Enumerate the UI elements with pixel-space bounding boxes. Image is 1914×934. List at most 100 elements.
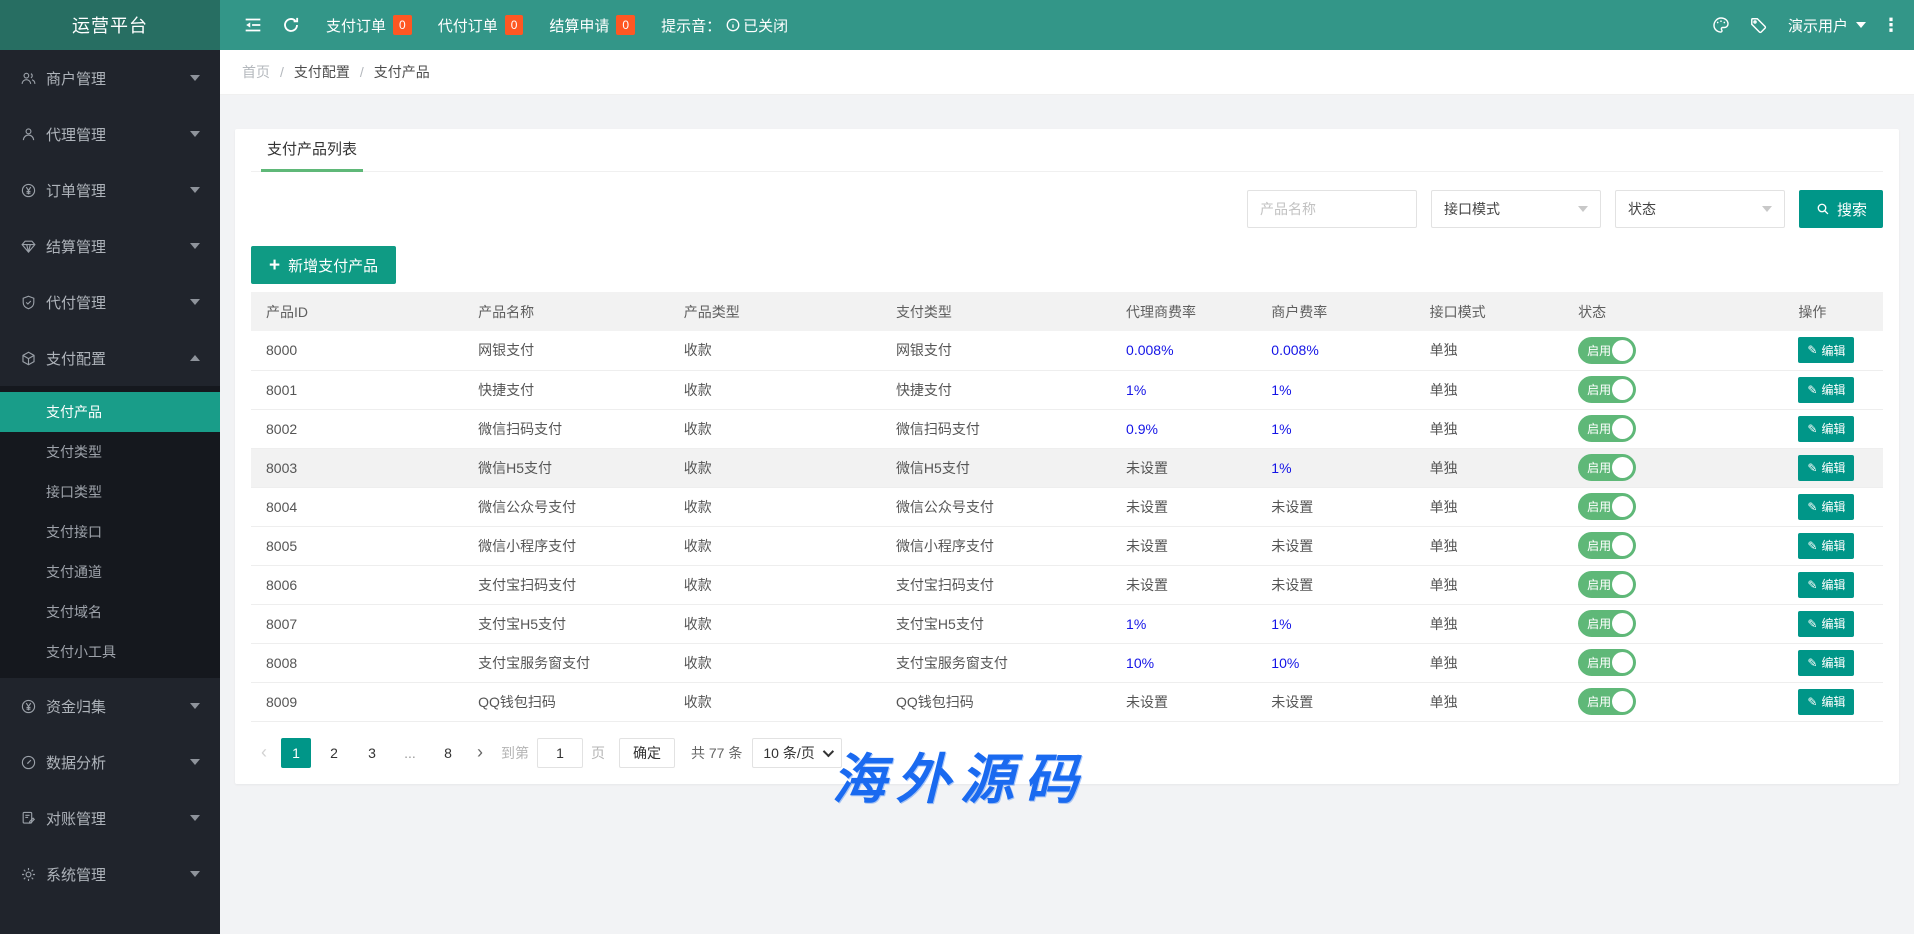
edit-button[interactable]: ✎ 编辑 — [1798, 377, 1854, 403]
sound-toggle[interactable]: 提示音： 已关闭 — [661, 15, 788, 36]
sidebar-subitem-payment-interface[interactable]: 支付接口 — [0, 512, 220, 552]
cell-agent-rate[interactable]: 10% — [1126, 655, 1154, 671]
edit-button[interactable]: ✎ 编辑 — [1798, 494, 1854, 520]
page-number-button[interactable]: 8 — [433, 738, 463, 768]
sound-label: 提示音： — [661, 15, 721, 36]
cell-pay-type: QQ钱包扫码 — [896, 694, 974, 710]
sidebar-subitem-interface-type[interactable]: 接口类型 — [0, 472, 220, 512]
sidebar-subitem-payment-channel[interactable]: 支付通道 — [0, 552, 220, 592]
cell-agent-rate[interactable]: 0.9% — [1126, 421, 1158, 437]
breadcrumb-payment-product[interactable]: 支付产品 — [374, 62, 430, 82]
goto-page-input[interactable] — [537, 738, 583, 768]
edit-button[interactable]: ✎ 编辑 — [1798, 416, 1854, 442]
edit-label: 编辑 — [1821, 459, 1845, 476]
sidebar-subitem-payment-product[interactable]: 支付产品 — [0, 392, 220, 432]
sidebar-item-merchant[interactable]: 商户管理 — [0, 50, 220, 106]
chevron-down-icon — [190, 871, 200, 877]
page-number-button[interactable]: 2 — [319, 738, 349, 768]
status-select[interactable]: 状态 — [1615, 190, 1785, 228]
status-toggle[interactable]: 启用 — [1578, 376, 1636, 403]
sidebar-subitem-payment-tools[interactable]: 支付小工具 — [0, 632, 220, 672]
subitem-label: 支付域名 — [46, 602, 102, 622]
user-menu[interactable]: 演示用户 — [1778, 15, 1876, 36]
edit-button[interactable]: ✎ 编辑 — [1798, 611, 1854, 637]
cube-icon — [20, 350, 37, 367]
edit-button[interactable]: ✎ 编辑 — [1798, 455, 1854, 481]
sidebar-item-system[interactable]: 系统管理 — [0, 846, 220, 902]
cell-agent-rate: 未设置 — [1126, 694, 1168, 710]
tab-payment-product-list[interactable]: 支付产品列表 — [261, 129, 363, 171]
cell-merchant-rate[interactable]: 1% — [1271, 421, 1291, 437]
prev-page-button[interactable]: ‹ — [251, 738, 277, 768]
chevron-down-icon — [190, 815, 200, 821]
page-number-button[interactable]: 3 — [357, 738, 387, 768]
breadcrumb-home[interactable]: 首页 — [242, 62, 270, 82]
add-payment-product-button[interactable]: + 新增支付产品 — [251, 246, 396, 284]
edit-button[interactable]: ✎ 编辑 — [1798, 337, 1854, 363]
cell-merchant-rate[interactable]: 1% — [1271, 616, 1291, 632]
cell-merchant-rate[interactable]: 0.008% — [1271, 342, 1318, 358]
status-toggle[interactable]: 启用 — [1578, 493, 1636, 520]
cell-merchant-rate[interactable]: 1% — [1271, 460, 1291, 476]
next-page-button[interactable]: › — [467, 738, 493, 768]
cell-product-id: 8008 — [266, 655, 297, 671]
edit-button[interactable]: ✎ 编辑 — [1798, 533, 1854, 559]
sidebar-subitem-payment-domain[interactable]: 支付域名 — [0, 592, 220, 632]
sidebar-item-data-analysis[interactable]: 数据分析 — [0, 734, 220, 790]
sidebar-item-fund-collection[interactable]: 资金归集 — [0, 678, 220, 734]
sound-status: 已关闭 — [743, 15, 788, 36]
subitem-label: 支付接口 — [46, 522, 102, 542]
edit-button[interactable]: ✎ 编辑 — [1798, 572, 1854, 598]
goto-confirm-button[interactable]: 确定 — [619, 738, 675, 768]
cell-interface-mode: 单独 — [1430, 499, 1458, 515]
cell-interface-mode: 单独 — [1430, 342, 1458, 358]
status-toggle[interactable]: 启用 — [1578, 649, 1636, 676]
per-page-select[interactable]: 10 条/页 — [752, 738, 841, 768]
status-toggle[interactable]: 启用 — [1578, 454, 1636, 481]
cell-merchant-rate[interactable]: 1% — [1271, 382, 1291, 398]
sidebar-item-agent[interactable]: 代理管理 — [0, 106, 220, 162]
edit-button[interactable]: ✎ 编辑 — [1798, 650, 1854, 676]
cell-product-type: 收款 — [684, 499, 712, 515]
search-button[interactable]: 搜索 — [1799, 190, 1883, 228]
sidebar-item-orders[interactable]: 订单管理 — [0, 162, 220, 218]
cell-pay-type: 网银支付 — [896, 342, 952, 358]
cell-agent-rate[interactable]: 1% — [1126, 382, 1146, 398]
sidebar-item-label: 代理管理 — [46, 124, 106, 145]
nav-counter[interactable]: 支付订单 0 — [326, 15, 412, 36]
cell-agent-rate[interactable]: 1% — [1126, 616, 1146, 632]
sidebar-item-reconciliation[interactable]: 对账管理 — [0, 790, 220, 846]
cell-product-type: 收款 — [684, 382, 712, 398]
cell-merchant-rate[interactable]: 10% — [1271, 655, 1299, 671]
status-toggle[interactable]: 启用 — [1578, 610, 1636, 637]
cell-agent-rate[interactable]: 0.008% — [1126, 342, 1173, 358]
cell-pay-type: 支付宝服务窗支付 — [896, 655, 1008, 671]
sidebar-item-payment-config[interactable]: 支付配置 — [0, 330, 220, 386]
sidebar-item-payout[interactable]: 代付管理 — [0, 274, 220, 330]
edit-button[interactable]: ✎ 编辑 — [1798, 689, 1854, 715]
interface-mode-select[interactable]: 接口模式 — [1431, 190, 1601, 228]
tag-icon[interactable] — [1740, 0, 1778, 50]
refresh-icon[interactable] — [272, 0, 310, 50]
cell-product-name: 微信小程序支付 — [478, 538, 576, 554]
collapse-sidebar-icon[interactable] — [234, 0, 272, 50]
status-toggle[interactable]: 启用 — [1578, 415, 1636, 442]
page-number-button[interactable]: 1 — [281, 738, 311, 768]
breadcrumb-payment-config[interactable]: 支付配置 — [294, 62, 350, 82]
status-toggle[interactable]: 启用 — [1578, 688, 1636, 715]
table-row: 8005 微信小程序支付 收款 微信小程序支付 未设置 未设置 单独 启用 ✎ … — [251, 526, 1883, 565]
product-name-input[interactable] — [1247, 190, 1417, 228]
nav-counter[interactable]: 结算申请 0 — [549, 15, 635, 36]
status-toggle[interactable]: 启用 — [1578, 532, 1636, 559]
status-toggle[interactable]: 启用 — [1578, 337, 1636, 364]
pencil-icon: ✎ — [1807, 343, 1817, 357]
sidebar-item-settlement[interactable]: 结算管理 — [0, 218, 220, 274]
shield-check-icon — [20, 294, 37, 311]
cell-interface-mode: 单独 — [1430, 538, 1458, 554]
theme-palette-icon[interactable] — [1702, 0, 1740, 50]
more-menu-icon[interactable]: ⋮ — [1876, 15, 1906, 36]
chevron-down-icon — [822, 745, 833, 756]
status-toggle[interactable]: 启用 — [1578, 571, 1636, 598]
sidebar-subitem-payment-type[interactable]: 支付类型 — [0, 432, 220, 472]
nav-counter[interactable]: 代付订单 0 — [438, 15, 524, 36]
